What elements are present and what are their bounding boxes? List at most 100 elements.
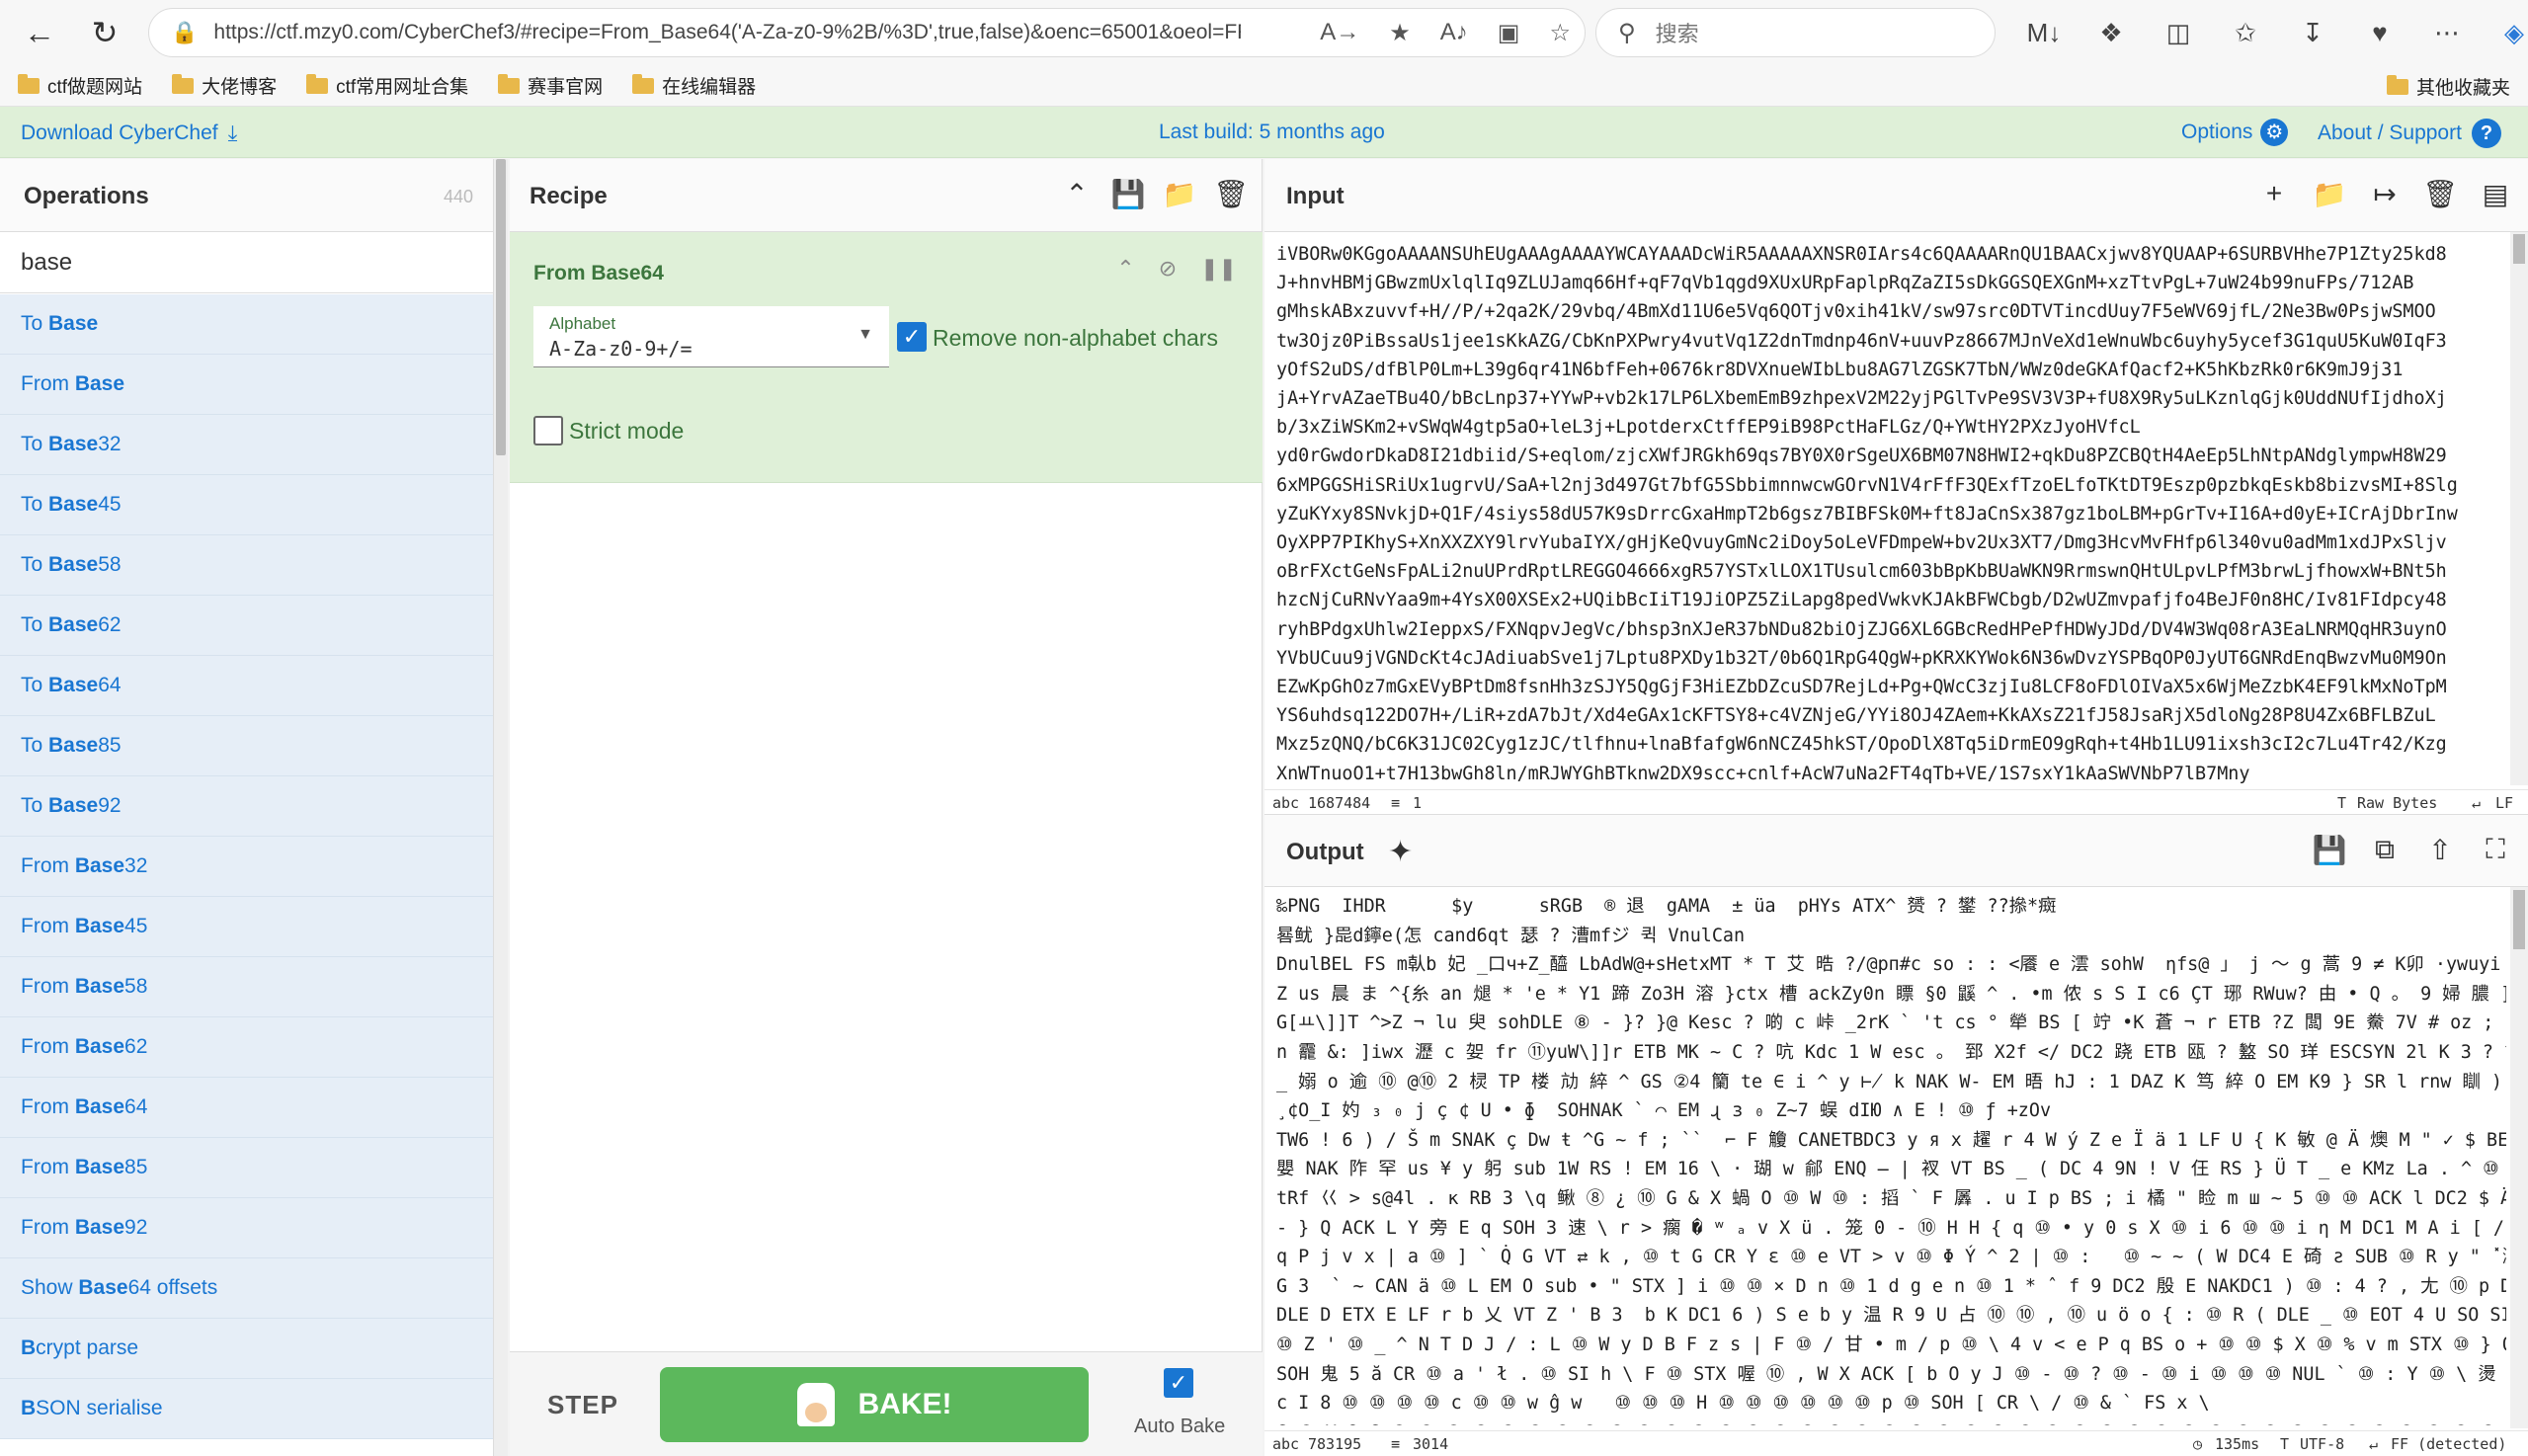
address-url[interactable]: https://ctf.mzy0.com/CyberChef3/#recipe=… — [213, 21, 1241, 44]
add-tab-plus-icon[interactable]: + — [2257, 177, 2291, 210]
input-line: YVbUCuu9jVGNDcKt4cJAdiuabSve1j7Lptu8PXDy… — [1276, 647, 2447, 669]
bookmark-folder[interactable]: 赛事官网 — [498, 72, 603, 99]
address-bar[interactable]: 🔒 https://ctf.mzy0.com/CyberChef3/#recip… — [148, 8, 1586, 57]
operation-list-item[interactable]: B SON serialise — [0, 1379, 493, 1439]
bookmark-folder[interactable]: 大佬博客 — [172, 72, 277, 99]
auto-bake-checkbox[interactable]: ✓ — [1164, 1368, 1193, 1398]
copy-output-icon[interactable]: ⧉ — [2368, 833, 2402, 866]
operation-list-item[interactable]: Bcrypt parse — [0, 1319, 493, 1379]
markdown-icon[interactable]: M↓ — [2010, 18, 2078, 48]
back-icon[interactable]: ← — [8, 1, 71, 64]
auto-bake-label[interactable]: Auto Bake — [1134, 1416, 1225, 1438]
open-folder-icon[interactable]: 📁 — [2313, 177, 2347, 210]
operation-list-item[interactable]: To Base 92 — [0, 776, 493, 837]
step-button[interactable]: STEP — [547, 1390, 618, 1420]
bookmark-folder[interactable]: ctf常用网址合集 — [306, 72, 468, 99]
input-encoding[interactable]: Raw Bytes — [2357, 794, 2437, 812]
operation-list-item[interactable]: To Base 85 — [0, 716, 493, 776]
favorites-icon[interactable]: ✩ — [2212, 18, 2279, 48]
folder-icon — [172, 73, 195, 94]
operations-count: 440 — [443, 187, 473, 206]
immersive-reader-icon[interactable]: ▣ — [1498, 19, 1520, 47]
chef-icon — [796, 1383, 835, 1426]
load-recipe-folder-icon[interactable]: 📁 — [1163, 177, 1197, 210]
extension-icon[interactable]: ★ — [1389, 19, 1411, 47]
input-textarea[interactable]: iVBORw0KGgoAAAANSUhEUgAAAgAAAAYWCAYAAADc… — [1276, 240, 2506, 783]
remove-non-alphabet-label[interactable]: Remove non-alphabet chars — [933, 325, 1218, 352]
about-support-button[interactable]: About / Support ? — [2318, 119, 2501, 148]
operation-list-item[interactable]: To Base 58 — [0, 535, 493, 596]
operations-list: To Base From Base To Base 32 To Base 45 To Bas… — [0, 294, 493, 1439]
browser-essentials-icon[interactable]: ♥ — [2346, 18, 2413, 48]
eol-icon: ↵ — [2369, 1435, 2379, 1453]
operation-list-item[interactable]: To Base 64 — [0, 656, 493, 716]
operation-list-item[interactable]: From Base 85 — [0, 1138, 493, 1198]
operation-list-item[interactable]: To Base 45 — [0, 475, 493, 535]
lines-icon: ≡ — [1391, 794, 1401, 812]
download-cyberchef-link[interactable]: Download CyberChef ⤓ — [21, 121, 237, 146]
options-button[interactable]: Options ⚙ — [2181, 119, 2289, 146]
strict-mode-checkbox[interactable] — [533, 416, 563, 445]
downloads-icon[interactable]: ↧ — [2279, 18, 2346, 48]
operation-list-item[interactable]: To Base 62 — [0, 596, 493, 656]
output-eol[interactable]: FF (detected) — [2391, 1435, 2506, 1453]
save-recipe-icon[interactable]: 💾 — [1111, 177, 1146, 210]
replace-input-icon[interactable]: ⇧ — [2423, 833, 2457, 866]
operation-list-item[interactable]: From Base 62 — [0, 1017, 493, 1078]
split-screen-icon[interactable]: ◫ — [2145, 18, 2212, 48]
translate-icon[interactable]: A→ — [1320, 19, 1359, 46]
bookmark-folder[interactable]: ctf做题网站 — [18, 72, 142, 99]
operation-list-item[interactable]: From Base 64 — [0, 1078, 493, 1138]
remove-non-alphabet-checkbox[interactable]: ✓ — [897, 322, 927, 352]
operation-list-item[interactable]: From Base — [0, 355, 493, 415]
more-menu-icon[interactable]: ⋯ — [2413, 18, 2481, 48]
maximise-icon[interactable]: ⛶ — [2479, 833, 2512, 866]
output-line: ⑩ Z ' ⑩ _ ^ N T D J / : L ⑩ W y D B F z … — [1276, 1334, 2506, 1355]
clear-recipe-trash-icon[interactable]: 🗑 — [1213, 177, 1249, 210]
clear-input-trash-icon[interactable]: 🗑 — [2422, 177, 2458, 210]
input-length: 1687484 — [1308, 794, 1371, 812]
operation-list-item[interactable]: From Base 45 — [0, 897, 493, 957]
other-favorites[interactable]: 其他收藏夹 — [2386, 73, 2510, 100]
output-scrollbar[interactable] — [2510, 887, 2528, 1428]
output-line: G[ㅛ\]]T ^>Z ¬ lu 臾 sohDLE ⑧ - }? }@ Kesc… — [1276, 1012, 2506, 1034]
save-output-icon[interactable]: 💾 — [2313, 833, 2347, 866]
strict-mode-label[interactable]: Strict mode — [569, 418, 684, 445]
input-line: b/3xZiWSKm2+vSWqW4gtp5aO+leL3j+LpotderxC… — [1276, 417, 2141, 439]
alphabet-value[interactable]: A-Za-z0-9+/= — [549, 337, 693, 361]
output-encoding[interactable]: UTF-8 — [2300, 1435, 2344, 1453]
recipe-operation-from-base64: From Base64 ⌃ ⊘ ❚❚ Alphabet A-Za-z0-9+/=… — [510, 232, 1263, 483]
layout-icon[interactable]: ▤ — [2479, 177, 2512, 210]
output-scroll-thumb[interactable] — [2513, 890, 2525, 949]
operation-list-item[interactable]: From Base 92 — [0, 1198, 493, 1258]
open-file-icon[interactable]: ↦ — [2368, 177, 2402, 210]
operation-list-item[interactable]: To Base — [0, 294, 493, 355]
op-label-match: B — [21, 1336, 37, 1359]
operation-list-item[interactable]: From Base 58 — [0, 957, 493, 1017]
chevron-down-icon[interactable]: ▼ — [857, 326, 873, 344]
disable-operation-icon[interactable]: ⊘ — [1159, 256, 1177, 282]
bake-label: BAKE! — [857, 1388, 952, 1420]
operation-list-item[interactable]: From Base 32 — [0, 837, 493, 897]
magic-wand-icon[interactable]: ✦ — [1388, 835, 1413, 869]
pause-breakpoint-icon[interactable]: ❚❚ — [1200, 256, 1237, 282]
read-aloud-icon[interactable]: A♪ — [1440, 19, 1468, 46]
bookmark-folder[interactable]: 在线编辑器 — [632, 72, 756, 99]
operation-list-item[interactable]: To Base 32 — [0, 415, 493, 475]
operations-scroll-thumb[interactable] — [496, 159, 506, 455]
bake-button[interactable]: BAKE! — [660, 1367, 1089, 1442]
refresh-icon[interactable]: ↻ — [73, 1, 136, 64]
operations-search-input[interactable]: base — [0, 232, 493, 293]
output-textarea[interactable]: ‰PNG IHDR $y sRGB ® 退 gAMA ± üa pHYs ATX… — [1276, 892, 2506, 1425]
collapse-chevron-icon[interactable]: ⌃ — [1116, 256, 1134, 282]
input-scrollbar[interactable] — [2510, 232, 2528, 785]
extensions-icon[interactable]: ❖ — [2078, 18, 2145, 48]
operation-list-item[interactable]: Show Base 64 offsets — [0, 1258, 493, 1319]
copilot-icon[interactable]: ◈ — [2481, 18, 2528, 48]
chevron-up-icon[interactable]: ⌃ — [1060, 177, 1094, 210]
input-scroll-thumb[interactable] — [2513, 234, 2525, 264]
input-eol[interactable]: LF — [2495, 794, 2513, 812]
browser-search-box[interactable]: ⚲ 搜索 — [1595, 8, 1996, 57]
alphabet-select[interactable]: Alphabet A-Za-z0-9+/= ▼ — [533, 306, 889, 367]
favorite-star-icon[interactable]: ☆ — [1549, 19, 1571, 47]
